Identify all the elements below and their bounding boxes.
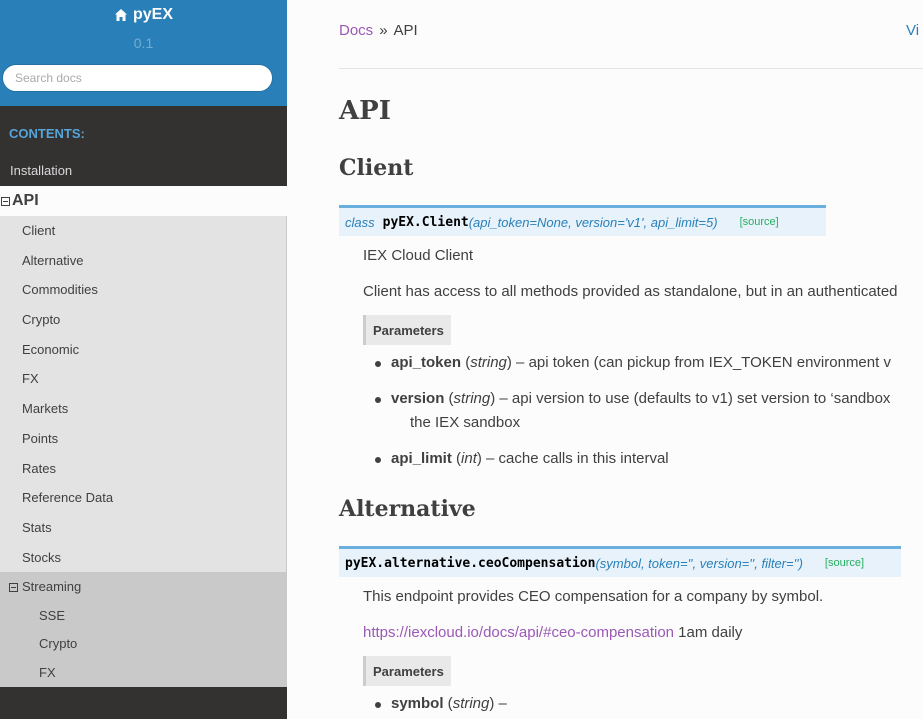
- sidebar-item-rates[interactable]: Rates: [0, 453, 287, 484]
- function-doc-link-line: https://iexcloud.io/docs/api/#ceo-compen…: [363, 624, 742, 641]
- section-heading-alternative: Alternative: [339, 496, 476, 522]
- param-desc: – api token (can pickup from IEX_TOKEN e…: [511, 354, 891, 371]
- client-description: IEX Cloud Client: [363, 247, 474, 264]
- sidebar: pyEX 0.1 CONTENTS: Installation API Clie…: [0, 0, 287, 719]
- sidebar-item-economic[interactable]: Economic: [0, 334, 287, 365]
- sidebar-header: pyEX 0.1: [0, 0, 287, 106]
- source-link[interactable]: [source]: [740, 216, 779, 228]
- sidebar-item-label: API: [12, 192, 39, 209]
- param-desc: – cache calls in this interval: [481, 450, 669, 467]
- param-item: symbol (string) –: [375, 695, 507, 712]
- api-subsection-list: Client Alternative Commodities Crypto Ec…: [0, 216, 287, 688]
- sidebar-item-commodities[interactable]: Commodities: [0, 275, 287, 306]
- param-name: api_limit: [391, 450, 452, 467]
- iexcloud-doc-link[interactable]: https://iexcloud.io/docs/api/#ceo-compen…: [363, 624, 674, 641]
- project-name: pyEX: [132, 6, 173, 23]
- section-heading-client: Client: [339, 155, 414, 181]
- signature-params: (symbol, token='', version='', filter=''…: [595, 555, 803, 571]
- breadcrumb-separator: »: [379, 22, 388, 39]
- sidebar-item-streaming-crypto[interactable]: Crypto: [0, 630, 287, 659]
- sidebar-item-sse[interactable]: SSE: [0, 602, 287, 631]
- sidebar-item-crypto[interactable]: Crypto: [0, 305, 287, 335]
- param-type: string: [470, 354, 507, 371]
- param-type: string: [453, 390, 491, 407]
- sidebar-item-installation[interactable]: Installation: [0, 156, 287, 186]
- sidebar-item-label: Streaming: [22, 579, 82, 595]
- collapse-icon[interactable]: [1, 196, 10, 206]
- param-name: version: [391, 390, 445, 407]
- sidebar-item-reference-data[interactable]: Reference Data: [0, 483, 287, 513]
- streaming-subsection-list: SSE Crypto FX: [0, 601, 287, 688]
- param-desc: – api version to use (defaults to v1) se…: [495, 390, 891, 407]
- project-home-link[interactable]: pyEX: [114, 6, 173, 24]
- signature-name: pyEX.Client: [382, 214, 469, 230]
- sidebar-item-fx[interactable]: FX: [0, 364, 287, 395]
- project-version: 0.1: [133, 35, 154, 51]
- param-item: api_limit (int) – cache calls in this in…: [375, 450, 669, 467]
- search-input[interactable]: [2, 64, 273, 92]
- signature-keyword: class: [345, 214, 375, 230]
- sidebar-item-points[interactable]: Points: [0, 423, 287, 454]
- signature-params: (api_token=None, version='v1', api_limit…: [468, 214, 718, 230]
- class-signature: class pyEX.Client (api_token=None, versi…: [339, 205, 826, 236]
- divider: [339, 68, 923, 69]
- signature-name: pyEX.alternative.ceoCompensation: [345, 555, 596, 571]
- breadcrumb-current: API: [393, 22, 418, 39]
- sidebar-item-api[interactable]: API: [0, 186, 287, 216]
- page-title: API: [339, 96, 391, 126]
- main-content: Docs » API Vi API Client class pyEX.Clie…: [287, 0, 923, 719]
- parameters-label: Parameters: [363, 656, 451, 686]
- schedule-note: 1am daily: [674, 624, 743, 641]
- sidebar-item-alternative[interactable]: Alternative: [0, 245, 287, 276]
- function-description: This endpoint provides CEO compensation …: [363, 588, 824, 605]
- param-type: string: [452, 695, 490, 712]
- collapse-icon[interactable]: [9, 582, 18, 592]
- client-description-detail: Client has access to all methods provide…: [363, 283, 898, 300]
- param-type: int: [461, 450, 477, 467]
- param-desc: –: [494, 695, 507, 712]
- view-source-link[interactable]: Vi: [906, 22, 919, 39]
- sidebar-item-client[interactable]: Client: [0, 216, 287, 246]
- sidebar-item-stocks[interactable]: Stocks: [0, 542, 287, 573]
- breadcrumb: Docs » API: [339, 22, 418, 39]
- param-item: api_token (string) – api token (can pick…: [375, 354, 891, 371]
- sidebar-item-streaming-fx[interactable]: FX: [0, 659, 287, 688]
- sidebar-item-markets[interactable]: Markets: [0, 394, 287, 424]
- param-name: api_token: [391, 354, 462, 371]
- param-item: version (string) – api version to use (d…: [374, 390, 891, 407]
- toc-caption: CONTENTS:: [9, 126, 85, 141]
- param-desc-continued: the IEX sandbox: [410, 414, 521, 431]
- sidebar-item-stats[interactable]: Stats: [0, 512, 287, 543]
- sidebar-item-streaming[interactable]: Streaming: [0, 572, 287, 602]
- parameters-label: Parameters: [363, 315, 451, 345]
- source-link[interactable]: [source]: [825, 557, 864, 569]
- param-name: symbol: [391, 695, 444, 712]
- function-signature: pyEX.alternative.ceoCompensation (symbol…: [339, 546, 901, 577]
- breadcrumb-docs-link[interactable]: Docs: [339, 22, 373, 39]
- home-icon: [114, 9, 127, 21]
